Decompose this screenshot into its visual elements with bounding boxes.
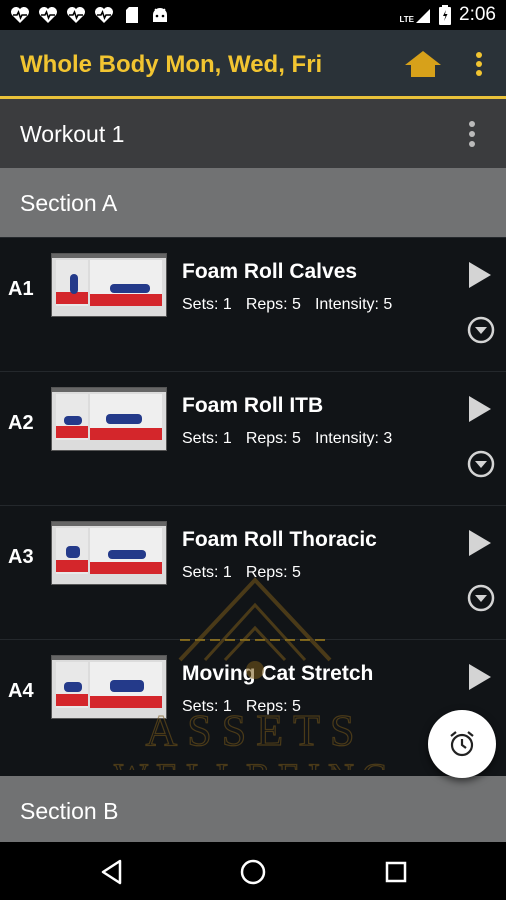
home-circle-icon[interactable] [238,857,268,887]
back-icon[interactable] [97,857,127,887]
section-header-a[interactable]: Section A [0,168,506,237]
heart-rate-icon [94,6,114,24]
exercise-row-a3[interactable]: A3 Foam Roll Thoracic Sets: 1 Reps: 5 [0,505,506,639]
exercise-name: Moving Cat Stretch [182,662,374,685]
alarm-clock-icon [450,731,474,757]
sets-value: Sets: 1 [182,296,232,313]
exercise-meta: Sets: 1 Reps: 5 Intensity: 3 [182,430,406,448]
heart-rate-icon [10,6,30,24]
reps-value: Reps: 5 [245,698,301,715]
status-bar: LTE 2:06 [0,0,506,30]
exercise-meta: Sets: 1 Reps: 5 [182,564,329,582]
app-bar: Whole Body Mon, Wed, Fri [0,30,506,99]
intensity-value: Intensity: 3 [314,430,393,447]
exercise-thumbnail[interactable] [51,387,167,451]
sets-value: Sets: 1 [182,698,232,715]
app-title: Whole Body Mon, Wed, Fri [20,51,323,78]
home-icon[interactable] [403,49,443,79]
exercise-code: A1 [8,278,34,300]
android-icon [150,6,170,24]
reps-value: Reps: 5 [245,296,301,313]
exercise-name: Foam Roll ITB [182,394,324,417]
expand-icon[interactable] [467,584,495,612]
workout-title: Workout 1 [20,121,125,147]
recents-icon[interactable] [381,857,411,887]
play-icon[interactable] [467,260,493,290]
heart-rate-icon [66,6,86,24]
exercise-meta: Sets: 1 Reps: 5 [182,698,329,716]
lte-signal-icon: LTE [400,6,432,24]
clock: 2:06 [459,4,496,25]
section-title: Section A [20,190,118,216]
play-icon[interactable] [467,394,493,424]
sd-card-icon [122,6,142,24]
section-title: Section B [20,798,119,824]
expand-icon[interactable] [467,316,495,344]
section-header-b[interactable]: Section B [0,776,506,842]
network-type: LTE [399,15,415,24]
exercise-row-a1[interactable]: A1 Foam Roll Calves Sets: 1 Reps: 5 Intens… [0,237,506,371]
exercise-code: A2 [8,412,34,434]
more-vert-icon[interactable] [470,50,488,78]
workout-more-icon[interactable] [463,119,481,149]
play-icon[interactable] [467,528,493,558]
expand-icon[interactable] [467,450,495,478]
notification-icons [10,6,170,24]
reps-value: Reps: 5 [245,430,301,447]
reps-value: Reps: 5 [245,564,301,581]
exercise-name: Foam Roll Calves [182,260,358,283]
exercise-thumbnail[interactable] [51,253,167,317]
workout-header[interactable]: Workout 1 [0,99,506,168]
exercise-thumbnail[interactable] [51,521,167,585]
exercise-code: A3 [8,546,34,568]
timer-fab[interactable] [428,710,496,778]
exercise-row-a2[interactable]: A2 Foam Roll ITB Sets: 1 Reps: 5 Intensity… [0,371,506,505]
battery-icon [439,5,452,25]
heart-rate-icon [38,6,58,24]
intensity-value: Intensity: 5 [314,296,393,313]
play-icon[interactable] [467,662,493,692]
sets-value: Sets: 1 [182,564,232,581]
exercise-name: Foam Roll Thoracic [182,528,377,551]
sets-value: Sets: 1 [182,430,232,447]
navigation-bar [0,842,506,900]
exercise-code: A4 [8,680,34,702]
exercise-thumbnail[interactable] [51,655,167,719]
exercise-meta: Sets: 1 Reps: 5 Intensity: 5 [182,296,406,314]
